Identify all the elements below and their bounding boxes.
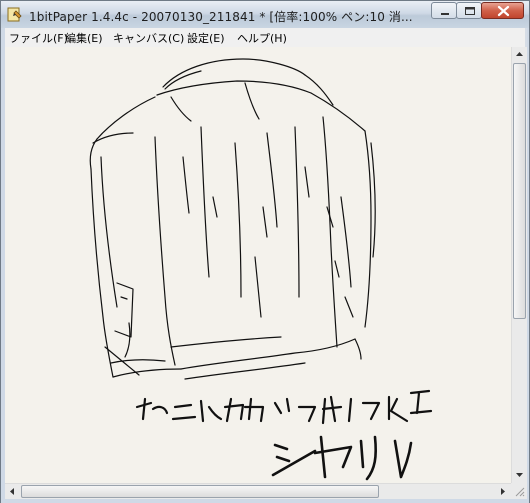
size-grip-icon[interactable] bbox=[511, 483, 527, 499]
window-border-right bbox=[527, 28, 529, 499]
menu-canvas[interactable]: キャンバス(C) bbox=[113, 30, 184, 46]
close-icon bbox=[497, 5, 510, 17]
paper-edit-icon[interactable] bbox=[7, 7, 23, 23]
title-bar[interactable]: 1bitPaper 1.4.4c - 20070130_211841 * [倍率… bbox=[1, 1, 529, 28]
menu-edit[interactable]: 編集(E) bbox=[65, 30, 103, 46]
maximize-icon bbox=[465, 7, 475, 15]
window-title: 1bitPaper 1.4.4c - 20070130_211841 * [倍率… bbox=[29, 10, 413, 24]
vertical-scroll-thumb[interactable] bbox=[513, 63, 526, 319]
scroll-up-icon[interactable] bbox=[512, 47, 527, 62]
maximize-button[interactable] bbox=[456, 2, 482, 19]
scroll-left-icon[interactable] bbox=[5, 484, 20, 499]
vertical-scrollbar[interactable] bbox=[511, 47, 527, 483]
shirt-sketch bbox=[89, 58, 433, 481]
menu-file[interactable]: ファイル(F) bbox=[9, 30, 68, 46]
scroll-down-icon[interactable] bbox=[512, 467, 527, 482]
minimize-button[interactable] bbox=[431, 2, 457, 19]
close-button[interactable] bbox=[481, 2, 524, 19]
app-window: 1bitPaper 1.4.4c - 20070130_211841 * [倍率… bbox=[0, 0, 530, 503]
menu-bar: ファイル(F) 編集(E) キャンバス(C) 設定(E) ヘルプ(H) bbox=[5, 28, 525, 48]
scroll-right-icon[interactable] bbox=[495, 484, 510, 499]
horizontal-scrollbar[interactable] bbox=[5, 483, 511, 499]
window-border-bottom bbox=[1, 499, 529, 503]
horizontal-scroll-thumb[interactable] bbox=[21, 485, 379, 498]
menu-help[interactable]: ヘルプ(H) bbox=[237, 30, 287, 46]
menu-settings[interactable]: 設定(E) bbox=[187, 30, 225, 46]
drawing-canvas[interactable] bbox=[5, 47, 511, 483]
minimize-icon bbox=[441, 13, 449, 15]
